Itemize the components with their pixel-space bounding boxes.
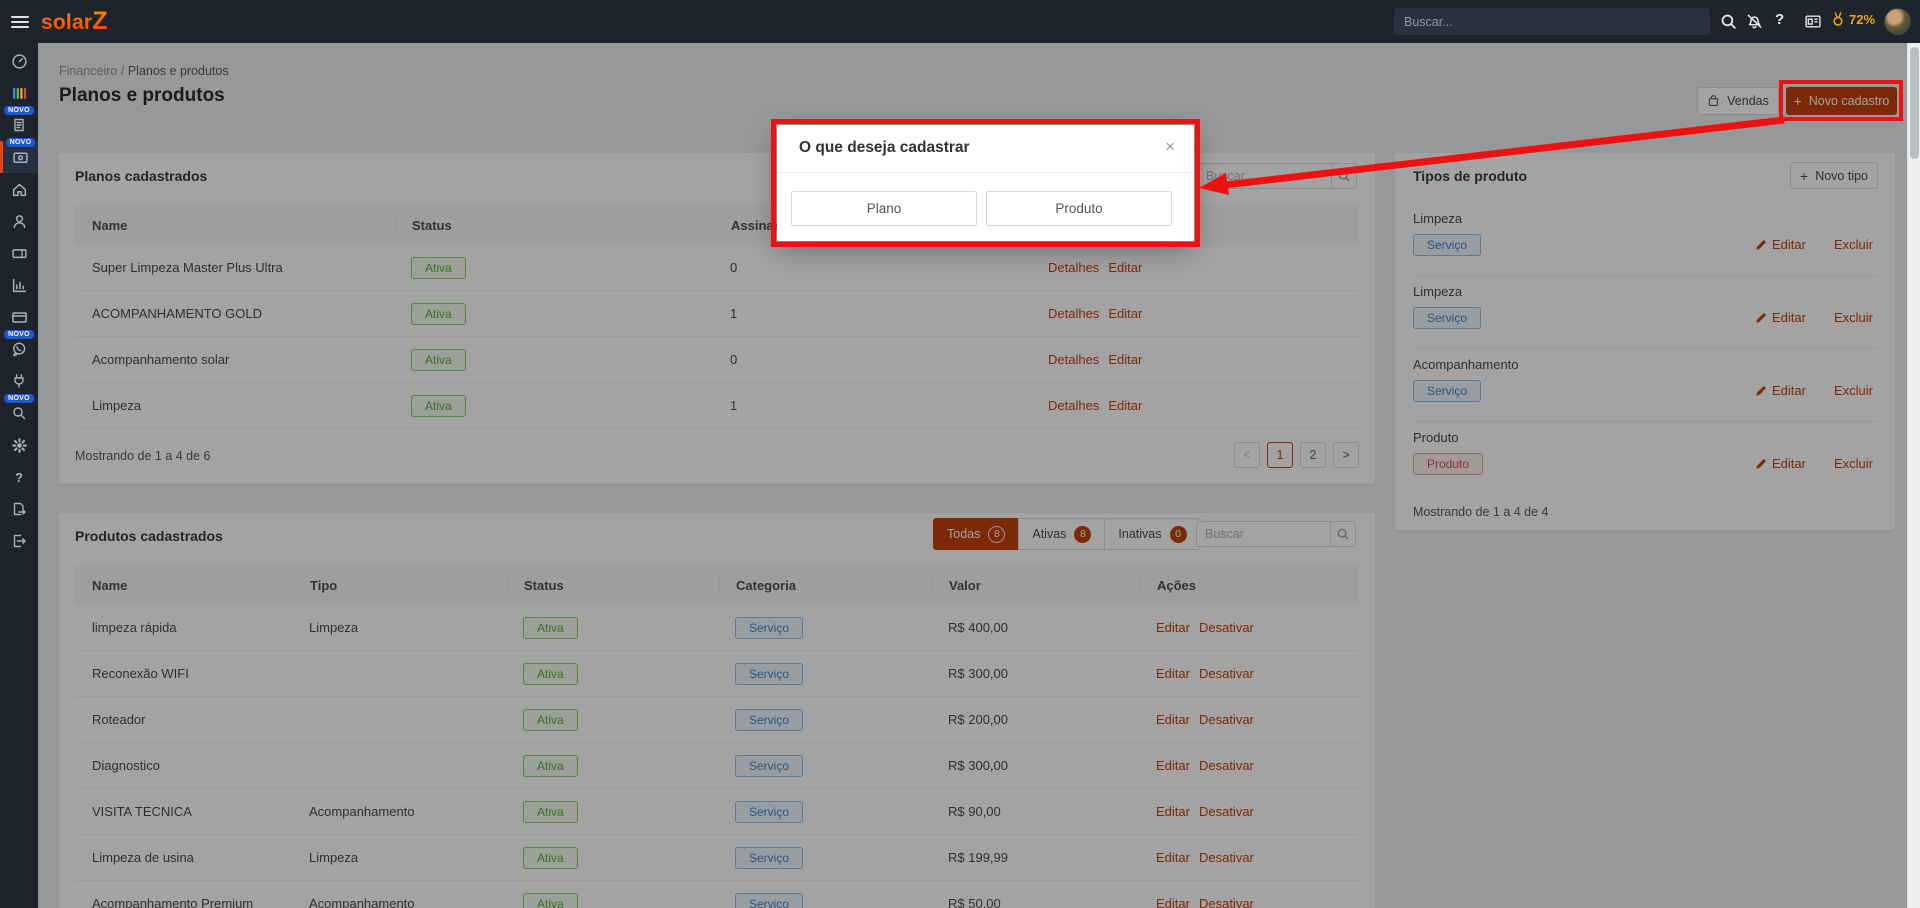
sidebar-item-monitoring[interactable]: NOVO — [0, 394, 38, 429]
invoice-icon — [14, 118, 24, 132]
sidebar-item-tickets[interactable] — [0, 237, 38, 269]
novo-badge: NOVO — [4, 330, 34, 339]
scrollbar-thumb[interactable] — [1910, 47, 1919, 159]
notifications-off-icon[interactable] — [1746, 13, 1763, 30]
document-export-icon — [13, 502, 26, 516]
sidebar-item-reports[interactable] — [0, 269, 38, 301]
sidebar-item-home[interactable] — [0, 173, 38, 205]
produto-button[interactable]: Produto — [986, 191, 1172, 226]
sidebar-item-financeiro[interactable]: NOVO — [0, 138, 38, 173]
modal-title: O que deseja cadastrar — [799, 139, 970, 156]
global-search-input[interactable] — [1394, 8, 1710, 35]
novo-badge: NOVO — [5, 138, 36, 147]
sidebar-item-integrations[interactable] — [0, 365, 38, 397]
score-value: 72% — [1849, 12, 1876, 27]
sidebar: NOVO NOVO NOVO NOVO ? — [0, 43, 38, 908]
person-icon — [13, 214, 25, 228]
sidebar-item-clients[interactable] — [0, 205, 38, 237]
sidebar-item-payments[interactable] — [0, 301, 38, 333]
gear-icon — [11, 437, 27, 453]
sidebar-item-logout[interactable] — [0, 525, 38, 557]
sidebar-item-whatsapp[interactable]: NOVO — [0, 330, 38, 365]
help-icon[interactable]: ? — [1775, 11, 1784, 28]
question-icon: ? — [15, 469, 23, 485]
medal-icon — [1833, 12, 1843, 26]
novo-badge: NOVO — [4, 106, 34, 115]
close-icon[interactable]: × — [1165, 137, 1175, 157]
sidebar-item-help[interactable]: ? — [0, 461, 38, 493]
logout-icon — [13, 534, 26, 548]
app-logo[interactable]: solarZ — [41, 7, 108, 36]
chart-icon — [12, 278, 26, 292]
avatar[interactable] — [1884, 8, 1911, 35]
sidebar-item-modules[interactable] — [0, 77, 38, 109]
barcode-icon — [12, 87, 26, 99]
sidebar-item-documents[interactable] — [0, 493, 38, 525]
cadastro-modal: O que deseja cadastrar × Plano Produto — [777, 125, 1194, 241]
sidebar-item-dashboard[interactable] — [0, 45, 38, 77]
credit-card-icon — [11, 311, 27, 323]
search-monitor-icon — [13, 407, 26, 420]
plug-icon — [14, 374, 24, 388]
news-icon[interactable] — [1804, 13, 1822, 30]
novo-badge: NOVO — [4, 394, 34, 403]
menu-icon[interactable] — [11, 13, 29, 29]
home-icon — [12, 183, 26, 196]
global-search — [1394, 8, 1710, 35]
top-bar: solarZ ? 72% — [0, 0, 1920, 43]
ticket-icon — [11, 248, 27, 258]
gamification-score[interactable]: 72% — [1830, 11, 1875, 28]
wallet-icon — [13, 152, 28, 163]
modal-divider — [777, 172, 1194, 173]
gauge-icon — [11, 53, 27, 69]
sidebar-item-settings[interactable] — [0, 429, 38, 461]
plano-button[interactable]: Plano — [791, 191, 977, 226]
scrollbar-track — [1907, 43, 1920, 908]
whatsapp-icon — [13, 342, 26, 357]
sidebar-item-billing[interactable]: NOVO — [0, 106, 38, 141]
search-icon[interactable] — [1720, 13, 1737, 30]
